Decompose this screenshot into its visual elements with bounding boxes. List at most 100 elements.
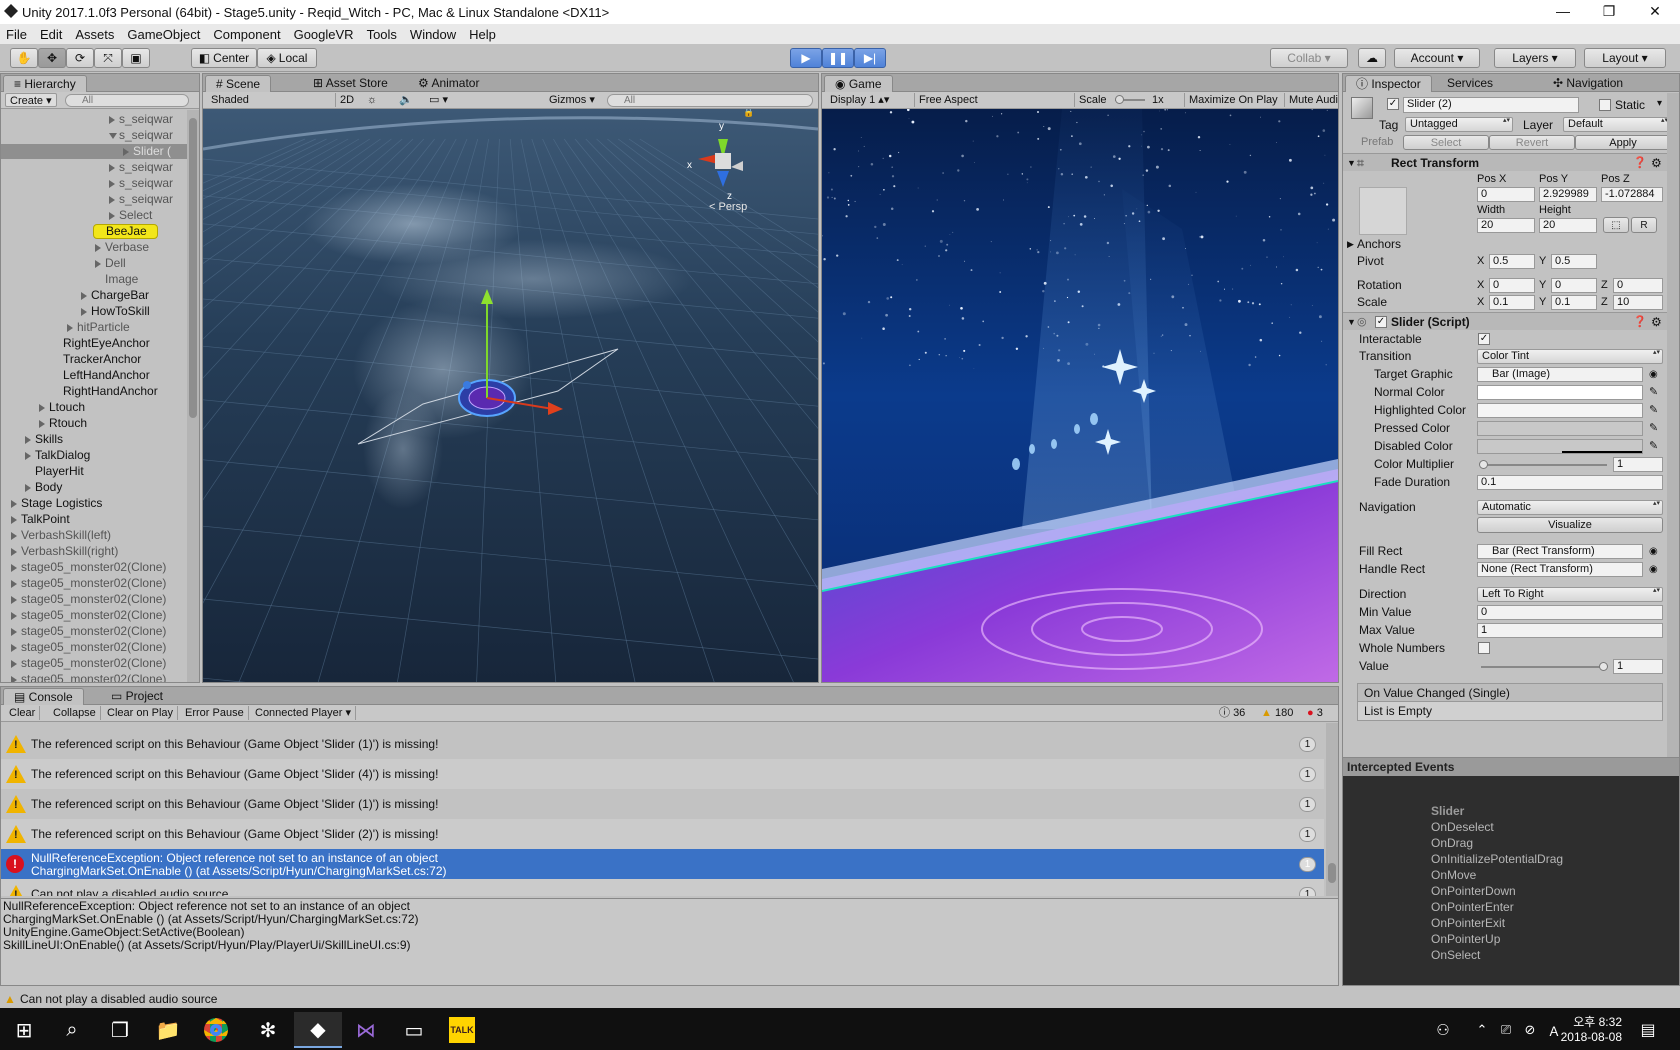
chrome-icon[interactable]: [192, 1012, 240, 1048]
rotation-y-field[interactable]: 0: [1551, 278, 1597, 293]
hierarchy-item[interactable]: Rtouch: [1, 416, 187, 431]
static-checkbox[interactable]: [1599, 99, 1611, 111]
hierarchy-item[interactable]: stage05_monster02(Clone): [1, 624, 187, 639]
menu-window[interactable]: Window: [410, 27, 456, 42]
hierarchy-item[interactable]: Select: [1, 208, 187, 223]
pressed-color-swatch[interactable]: [1477, 421, 1643, 436]
hierarchy-item[interactable]: stage05_monster02(Clone): [1, 672, 187, 682]
pos-y-field[interactable]: 2.929989: [1539, 187, 1597, 202]
slider-settings-gear-icon[interactable]: ⚙: [1651, 313, 1662, 331]
expand-arrow-icon[interactable]: [95, 260, 101, 268]
prefab-revert-button[interactable]: Revert: [1489, 135, 1575, 150]
hierarchy-item[interactable]: stage05_monster02(Clone): [1, 576, 187, 591]
hierarchy-item[interactable]: stage05_monster02(Clone): [1, 656, 187, 671]
raw-edit-button[interactable]: R: [1631, 217, 1657, 233]
tab-services[interactable]: Services: [1437, 75, 1503, 92]
whole-numbers-checkbox[interactable]: [1478, 642, 1490, 654]
pivot-center-button[interactable]: ◧ Center: [191, 48, 257, 68]
tab-scene[interactable]: # Scene: [205, 75, 272, 92]
minimize-button[interactable]: —: [1540, 0, 1586, 24]
hierarchy-item[interactable]: TrackerAnchor: [1, 352, 187, 367]
expand-arrow-icon[interactable]: [25, 436, 31, 444]
people-icon[interactable]: ⚇: [1428, 1012, 1458, 1048]
settings-gear-icon[interactable]: ⚙: [1651, 154, 1662, 172]
expand-arrow-icon[interactable]: [11, 580, 17, 588]
scene-viewport[interactable]: y x z 🔒 < Persp: [203, 109, 818, 682]
rotation-z-field[interactable]: 0: [1613, 278, 1663, 293]
close-button[interactable]: ✕: [1632, 0, 1678, 24]
hierarchy-item[interactable]: Slider (: [1, 144, 187, 159]
play-button[interactable]: ▶: [790, 48, 822, 68]
status-bar[interactable]: ▲ Can not play a disabled audio source: [0, 990, 1680, 1008]
console-error-entry[interactable]: ! NullReferenceException: Object referenc…: [1, 849, 1324, 879]
tray-chevron-icon[interactable]: ⌃: [1470, 1012, 1494, 1048]
prefab-apply-button[interactable]: Apply: [1575, 135, 1671, 150]
collapse-arrow-icon[interactable]: [109, 133, 117, 139]
maximize-on-play-toggle[interactable]: Maximize On Play: [1184, 93, 1282, 107]
effects-toggle-icon[interactable]: ▭ ▾: [425, 93, 452, 107]
step-button[interactable]: ▶|: [854, 48, 886, 68]
disabled-color-swatch[interactable]: [1477, 439, 1643, 454]
fade-duration-field[interactable]: 0.1: [1477, 475, 1663, 490]
connected-player-dropdown[interactable]: Connected Player ▾: [251, 706, 357, 720]
scale-y-field[interactable]: 0.1: [1551, 295, 1597, 310]
tab-console[interactable]: ▤ Console: [3, 688, 84, 705]
collab-button[interactable]: Collab ▾: [1270, 48, 1348, 68]
hierarchy-item[interactable]: ChargeBar: [1, 288, 187, 303]
console-clear-on-play-button[interactable]: Clear on Play: [103, 706, 179, 720]
eyedropper-icon[interactable]: ✎: [1649, 438, 1658, 455]
console-detail-panel[interactable]: NullReferenceException: Object reference…: [1, 898, 1338, 985]
fill-rect-field[interactable]: Bar (Rect Transform): [1477, 544, 1643, 559]
rect-tool-icon[interactable]: ▣: [122, 48, 150, 68]
static-dropdown-arrow-icon[interactable]: ▾: [1657, 98, 1662, 109]
menu-file[interactable]: File: [6, 27, 27, 42]
expand-arrow-icon[interactable]: [123, 148, 129, 156]
hierarchy-item[interactable]: RightHandAnchor: [1, 384, 187, 399]
console-warning-entry[interactable]: The referenced script on this Behaviour …: [1, 729, 1324, 759]
account-dropdown[interactable]: Account ▾: [1394, 48, 1480, 68]
expand-arrow-icon[interactable]: [11, 644, 17, 652]
hierarchy-item[interactable]: Image: [1, 272, 187, 287]
hierarchy-item[interactable]: Stage Logistics: [1, 496, 187, 511]
object-picker-icon[interactable]: ◉: [1649, 366, 1658, 383]
help-icon[interactable]: ❓: [1633, 154, 1647, 172]
hierarchy-item[interactable]: TalkPoint: [1, 512, 187, 527]
hierarchy-scrollbar[interactable]: [187, 110, 199, 682]
console-warning-entry[interactable]: The referenced script on this Behaviour …: [1, 819, 1324, 849]
perspective-label[interactable]: < Persp: [709, 201, 747, 213]
game-viewport[interactable]: [822, 109, 1338, 682]
slider-help-icon[interactable]: ❓: [1633, 313, 1647, 331]
menu-gameobject[interactable]: GameObject: [127, 27, 200, 42]
max-value-field[interactable]: 1: [1477, 623, 1663, 638]
value-field[interactable]: 1: [1613, 659, 1663, 674]
lighting-toggle-icon[interactable]: ☼: [363, 93, 381, 107]
handle-rect-field[interactable]: None (Rect Transform): [1477, 562, 1643, 577]
task-view-icon[interactable]: ❐: [96, 1012, 144, 1048]
scale-tool-icon[interactable]: ⤧: [94, 48, 122, 68]
expand-arrow-icon[interactable]: [109, 212, 115, 220]
blueprint-mode-icon[interactable]: ⬚: [1603, 217, 1629, 233]
slider-script-header[interactable]: ▼ ◎ ✓ Slider (Script) ❓ ⚙: [1343, 312, 1679, 330]
transition-dropdown[interactable]: Color Tint: [1477, 349, 1663, 364]
expand-arrow-icon[interactable]: [109, 116, 115, 124]
shading-dropdown[interactable]: Shaded: [207, 93, 325, 107]
cloud-icon[interactable]: ☁: [1358, 48, 1386, 68]
gizmos-dropdown[interactable]: Gizmos ▾: [545, 93, 599, 107]
volume-icon[interactable]: ⊘: [1518, 1012, 1542, 1048]
width-field[interactable]: 20: [1477, 218, 1535, 233]
console-scrollbar[interactable]: [1326, 723, 1338, 896]
hierarchy-item[interactable]: RightEyeAnchor: [1, 336, 187, 351]
expand-arrow-icon[interactable]: [11, 628, 17, 636]
scene-search-input[interactable]: All: [607, 94, 813, 107]
menu-help[interactable]: Help: [469, 27, 496, 42]
target-graphic-field[interactable]: Bar (Image): [1477, 367, 1643, 382]
menu-googlevr[interactable]: GoogleVR: [294, 27, 354, 42]
pivot-x-field[interactable]: 0.5: [1489, 254, 1535, 269]
pivot-y-field[interactable]: 0.5: [1551, 254, 1597, 269]
error-count-badge[interactable]: ● 3: [1303, 706, 1327, 720]
file-explorer-icon[interactable]: 📁: [144, 1012, 192, 1048]
console-warning-entry[interactable]: The referenced script on this Behaviour …: [1, 789, 1324, 819]
expand-arrow-icon[interactable]: [67, 324, 73, 332]
hierarchy-item[interactable]: s_seiqwar: [1, 192, 187, 207]
clock-time[interactable]: 오후 8:32: [1552, 1013, 1622, 1030]
